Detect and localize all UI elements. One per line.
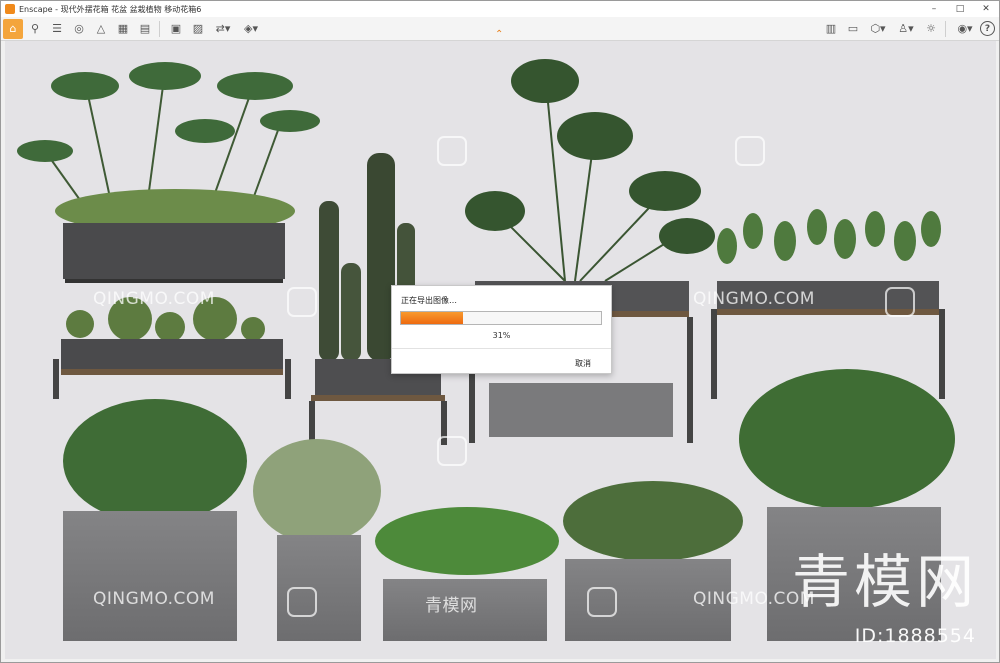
visual-settings-icon[interactable]: △ <box>91 19 111 39</box>
watermark-logo-icon <box>287 587 317 617</box>
panorama-icon[interactable]: ⇄▾ <box>210 19 236 39</box>
progress-bar <box>400 311 602 325</box>
image-export-icon[interactable]: ▨ <box>188 19 208 39</box>
watermark-logo-icon <box>885 287 915 317</box>
asset-library-icon[interactable]: ⚲ <box>25 19 45 39</box>
cactus-ball-planter <box>53 297 291 399</box>
grass-planter <box>253 439 381 641</box>
enscape-window: Enscape - 现代外摆花箱 花盆 盆栽植物 移动花箱6 – □ ✕ ⌂ ⚲… <box>0 0 1000 663</box>
watermark-id: ID:1888554 <box>854 625 976 647</box>
dialog-divider <box>392 348 611 349</box>
watermark-site-text: QINGMO.COM <box>93 289 215 309</box>
web-standalone-icon[interactable]: ◈▾ <box>238 19 264 39</box>
toolbar-divider <box>159 20 160 37</box>
shrub-planter-low <box>375 507 559 641</box>
map-icon[interactable]: ▥ <box>821 19 841 39</box>
views-icon[interactable]: ☰ <box>47 19 67 39</box>
vr-icon[interactable]: ◉▾ <box>952 19 978 39</box>
title-bar: Enscape - 现代外摆花箱 花盆 盆栽植物 移动花箱6 – □ ✕ <box>1 1 999 17</box>
watermark-brand: 青模网 <box>791 548 978 616</box>
palm-planter-center <box>465 59 715 443</box>
watermark-site-text: QINGMO.COM <box>93 589 215 609</box>
flower-planter <box>563 481 743 641</box>
export-progress-dialog: 正在导出图像… 31% 取消 <box>391 285 612 374</box>
minimize-button[interactable]: – <box>921 1 947 17</box>
watermark-logo-icon <box>287 287 317 317</box>
capture-icon[interactable]: ◎ <box>69 19 89 39</box>
character-icon[interactable]: ♙▾ <box>893 19 919 39</box>
collapse-toolbar-icon[interactable]: ⌃ <box>495 29 503 40</box>
close-button[interactable]: ✕ <box>973 1 999 17</box>
home-icon[interactable]: ⌂ <box>3 18 23 39</box>
object-icon[interactable]: ⬡▾ <box>865 19 891 39</box>
window-title: Enscape - 现代外摆花箱 花盆 盆栽植物 移动花箱6 <box>19 4 202 14</box>
progress-fill <box>401 312 463 324</box>
batch-render-icon[interactable]: ▦ <box>113 19 133 39</box>
export-message: 正在导出图像… <box>401 296 457 305</box>
palm-planter-left <box>17 62 320 283</box>
watermark-cn-text: 青模网 <box>425 596 478 616</box>
toolbar-divider <box>945 20 946 37</box>
export-icon[interactable]: ▤ <box>135 19 155 39</box>
maximize-button[interactable]: □ <box>947 1 973 17</box>
sun-icon[interactable]: ☼ <box>921 19 941 39</box>
progress-percent: 31% <box>492 331 511 340</box>
cancel-button[interactable]: 取消 <box>575 358 591 369</box>
watermark-logo-icon <box>437 136 467 166</box>
watermark-logo-icon <box>437 436 467 466</box>
watermark-site-text: QINGMO.COM <box>693 289 815 309</box>
enscape-logo-icon <box>5 4 15 14</box>
watermark-logo-icon <box>735 136 765 166</box>
help-icon[interactable]: ? <box>980 21 995 36</box>
video-editor-icon[interactable]: ▣ <box>166 19 186 39</box>
layers-icon[interactable]: ▭ <box>843 19 863 39</box>
watermark-logo-icon <box>587 587 617 617</box>
